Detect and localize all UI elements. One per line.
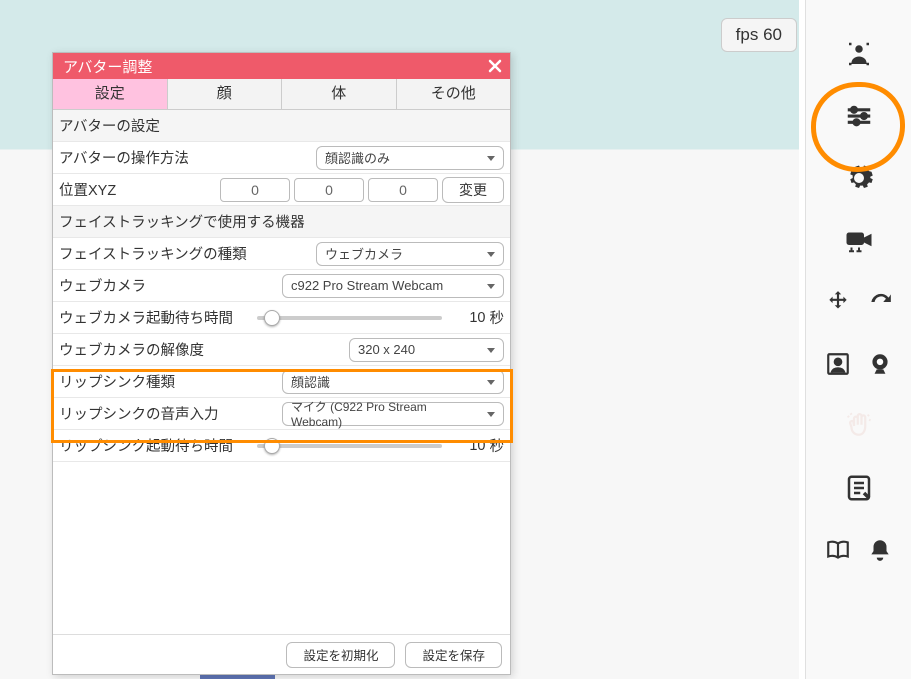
webcam-select[interactable]: c922 Pro Stream Webcam <box>282 274 504 298</box>
redo-icon[interactable] <box>864 286 896 318</box>
avatar-icon[interactable] <box>843 38 875 70</box>
avatar-settings-panel: アバター調整 設定 顔 体 その他 アバターの設定 アバターの操作方法 顔認識の… <box>52 52 511 675</box>
gear-icon[interactable] <box>843 162 875 194</box>
row-position: 位置XYZ 0 0 0 変更 <box>53 174 510 206</box>
position-x-input[interactable]: 0 <box>220 178 290 202</box>
row-lipsync-audio: リップシンクの音声入力 マイク (C922 Pro Stream Webcam) <box>53 398 510 430</box>
bell-icon[interactable] <box>864 534 896 566</box>
row-webcam-resolution: ウェブカメラの解像度 320 x 240 <box>53 334 510 366</box>
portrait-icon[interactable] <box>822 348 854 380</box>
lipsync-wait-slider[interactable] <box>257 444 442 448</box>
fps-label: fps <box>736 25 759 44</box>
section-avatar-settings: アバターの設定 <box>53 110 510 142</box>
position-y-input[interactable]: 0 <box>294 178 364 202</box>
move-icon[interactable] <box>822 286 854 318</box>
webcam-wait-value: 10 <box>456 310 486 326</box>
webcam-icon[interactable] <box>864 348 896 380</box>
panel-titlebar[interactable]: アバター調整 <box>53 53 510 79</box>
row-facetrack-type: フェイストラッキングの種類 ウェブカメラ <box>53 238 510 270</box>
panel-title-text: アバター調整 <box>63 56 152 77</box>
note-icon[interactable] <box>843 472 875 504</box>
lipsync-wait-value: 10 <box>456 438 486 454</box>
panel-tabs: 設定 顔 体 その他 <box>53 79 510 110</box>
panel-footer: 設定を初期化 設定を保存 <box>53 634 510 674</box>
panel-body: アバターの設定 アバターの操作方法 顔認識のみ 位置XYZ 0 0 0 変更 フ… <box>53 110 510 634</box>
tab-settings[interactable]: 設定 <box>53 79 168 109</box>
hand-icon[interactable] <box>843 410 875 442</box>
row-lipsync-wait: リップシンク起動待ち時間 10 秒 <box>53 430 510 462</box>
reset-settings-button[interactable]: 設定を初期化 <box>286 642 395 668</box>
lipsync-audio-select[interactable]: マイク (C922 Pro Stream Webcam) <box>282 402 504 426</box>
close-icon[interactable] <box>486 57 504 75</box>
change-button[interactable]: 変更 <box>442 177 504 203</box>
lipsync-type-select[interactable]: 顔認識 <box>282 370 504 394</box>
row-webcam: ウェブカメラ c922 Pro Stream Webcam <box>53 270 510 302</box>
position-z-input[interactable]: 0 <box>368 178 438 202</box>
tab-body[interactable]: 体 <box>282 79 397 109</box>
section-facetrack-device: フェイストラッキングで使用する機器 <box>53 206 510 238</box>
row-webcam-wait: ウェブカメラ起動待ち時間 10 秒 <box>53 302 510 334</box>
fps-badge: fps 60 <box>721 18 797 52</box>
sliders-icon[interactable] <box>843 100 875 132</box>
right-toolbar <box>805 0 911 679</box>
fps-value: 60 <box>763 25 782 44</box>
tab-other[interactable]: その他 <box>397 79 511 109</box>
control-method-select[interactable]: 顔認識のみ <box>316 146 504 170</box>
book-icon[interactable] <box>822 534 854 566</box>
tab-face[interactable]: 顔 <box>168 79 283 109</box>
camera-icon[interactable] <box>843 224 875 256</box>
webcam-res-select[interactable]: 320 x 240 <box>349 338 504 362</box>
facetrack-type-select[interactable]: ウェブカメラ <box>316 242 504 266</box>
save-settings-button[interactable]: 設定を保存 <box>405 642 502 668</box>
row-lipsync-type: リップシンク種類 顔認識 <box>53 366 510 398</box>
webcam-wait-slider[interactable] <box>257 316 442 320</box>
row-control-method: アバターの操作方法 顔認識のみ <box>53 142 510 174</box>
